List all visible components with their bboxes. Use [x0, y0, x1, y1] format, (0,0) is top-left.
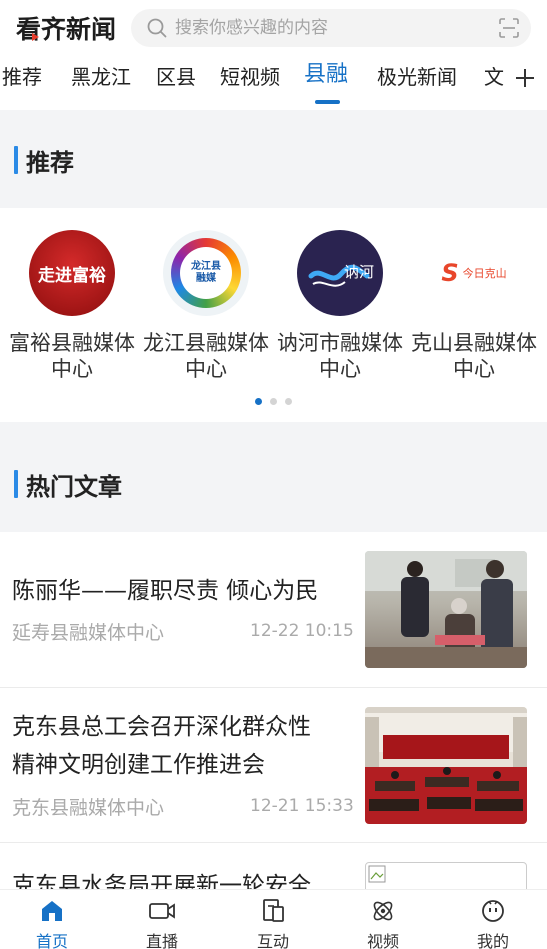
- carousel-dot[interactable]: [285, 398, 292, 405]
- logo-text: 看齐新闻: [16, 15, 117, 44]
- media-name: 讷河市融媒体 中心: [270, 330, 410, 382]
- app-header: 看齐新闻 搜索你感兴趣的内容: [0, 0, 547, 56]
- live-camera-icon: [149, 903, 175, 919]
- video-icon: [373, 901, 393, 921]
- media-carousel[interactable]: 走进富裕 富裕县融媒体 中心 龙江县融媒 龙江县融媒体 中心 讷河 讷河市融媒体…: [0, 208, 547, 422]
- article-title: 克东县总工会召开深化群众性 精神文明创建工作推进会: [12, 708, 342, 784]
- recommend-section-header: 推荐: [0, 110, 547, 208]
- nav-home[interactable]: 首页: [12, 898, 92, 949]
- article-thumbnail: [365, 551, 527, 668]
- carousel-indicator: [255, 398, 300, 405]
- tab-quxian[interactable]: 区县: [156, 64, 196, 90]
- profile-icon: [482, 900, 504, 922]
- channel-tabs: 推荐 黑龙江 区县 短视频 县融 极光新闻 文: [0, 56, 547, 110]
- tab-tuijian[interactable]: 推荐: [2, 64, 42, 90]
- nav-label: 我的: [476, 932, 509, 949]
- nav-label: 首页: [35, 932, 68, 949]
- bottom-nav: 首页 直播 互动 视频 我的: [0, 889, 547, 949]
- section-title-text: 热门文章: [26, 472, 122, 501]
- thumbnail-meeting-room: [365, 707, 527, 824]
- thumbnail-figures: [365, 551, 527, 668]
- section-title-text: 推荐: [26, 148, 74, 177]
- home-icon: [42, 901, 62, 921]
- media-item-fuyu[interactable]: 走进富裕 富裕县融媒体 中心: [2, 230, 142, 382]
- media-name-line1: 克山县融媒体: [411, 331, 537, 355]
- nav-label: 视频: [366, 932, 399, 949]
- media-name-line1: 龙江县融媒体: [143, 331, 269, 355]
- article-item[interactable]: 克东县水务局开展新一轮安全: [0, 843, 547, 889]
- media-logo-longjiang: 龙江县融媒: [163, 230, 249, 316]
- hot-articles-section-header: 热门文章: [0, 422, 547, 532]
- article-thumbnail: [365, 707, 527, 824]
- logo-label: 龙江县融媒: [191, 261, 221, 284]
- article-title-line1: 克东县总工会召开深化群众性: [12, 714, 311, 740]
- nav-interact[interactable]: 互动: [233, 898, 313, 949]
- tab-short-video[interactable]: 短视频: [220, 64, 280, 90]
- nav-video[interactable]: 视频: [343, 898, 423, 949]
- media-logo-keshan: S 今日克山: [431, 230, 517, 316]
- article-source: 克东县融媒体中心: [12, 797, 165, 819]
- media-name: 富裕县融媒体 中心: [2, 330, 142, 382]
- logo-label: 走进富裕: [38, 265, 106, 286]
- search-bar[interactable]: 搜索你感兴趣的内容: [131, 9, 531, 47]
- tab-jiguang-news[interactable]: 极光新闻: [377, 64, 457, 90]
- search-icon: [147, 18, 167, 38]
- article-item[interactable]: 克东县总工会召开深化群众性 精神文明创建工作推进会 克东县融媒体中心 12-21…: [0, 688, 547, 843]
- media-item-nehe[interactable]: 讷河 讷河市融媒体 中心: [270, 230, 410, 382]
- logo-label: 讷河: [343, 262, 374, 281]
- add-channel-icon[interactable]: [511, 64, 539, 92]
- article-title: 陈丽华——履职尽责 倾心为民: [12, 578, 319, 604]
- section-bar: [14, 470, 18, 498]
- section-title: 热门文章: [14, 469, 122, 501]
- media-name-line2: 中心: [185, 357, 227, 381]
- media-logo-fuyu: 走进富裕: [29, 230, 115, 316]
- media-name-line2: 中心: [453, 357, 495, 381]
- tab-xianrong[interactable]: 县融: [304, 62, 348, 88]
- media-name-line2: 中心: [51, 357, 93, 381]
- article-time: 12-21 15:33: [250, 796, 354, 816]
- media-logo-nehe: 讷河: [297, 230, 383, 316]
- broken-image-icon: [368, 865, 386, 883]
- article-title: 克东县水务局开展新一轮安全: [12, 873, 311, 889]
- article-title-line2: 精神文明创建工作推进会: [12, 752, 265, 778]
- media-name: 克山县融媒体 中心: [404, 330, 544, 382]
- logo-label: 今日克山: [462, 267, 507, 280]
- tab-wen[interactable]: 文: [484, 64, 504, 90]
- media-name-line1: 富裕县融媒体: [9, 331, 135, 355]
- nav-profile[interactable]: 我的: [453, 898, 533, 949]
- logo-play-icon: [32, 33, 39, 41]
- carousel-dot-active[interactable]: [255, 398, 262, 405]
- media-name: 龙江县融媒体 中心: [136, 330, 276, 382]
- search-placeholder: 搜索你感兴趣的内容: [175, 18, 328, 38]
- article-source: 延寿县融媒体中心: [12, 622, 165, 644]
- carousel-dot[interactable]: [270, 398, 277, 405]
- app-logo[interactable]: 看齐新闻: [16, 12, 116, 44]
- media-name-line2: 中心: [319, 357, 361, 381]
- section-bar: [14, 146, 18, 174]
- nav-live[interactable]: 直播: [122, 898, 202, 949]
- active-tab-indicator: [315, 100, 340, 104]
- media-item-longjiang[interactable]: 龙江县融媒 龙江县融媒体 中心: [136, 230, 276, 382]
- article-time: 12-22 10:15: [250, 621, 354, 641]
- section-title: 推荐: [14, 145, 74, 177]
- nav-label: 互动: [256, 932, 289, 949]
- media-item-keshan[interactable]: S 今日克山 克山县融媒体 中心: [404, 230, 544, 382]
- media-name-line1: 讷河市融媒体: [277, 331, 403, 355]
- article-item[interactable]: 陈丽华——履职尽责 倾心为民 延寿县融媒体中心 12-22 10:15: [0, 532, 547, 688]
- interact-icon: [263, 899, 284, 922]
- article-thumbnail-broken: [365, 862, 527, 889]
- tab-heilongjiang[interactable]: 黑龙江: [71, 64, 131, 90]
- nav-label: 直播: [145, 932, 178, 949]
- scan-icon[interactable]: [499, 18, 519, 38]
